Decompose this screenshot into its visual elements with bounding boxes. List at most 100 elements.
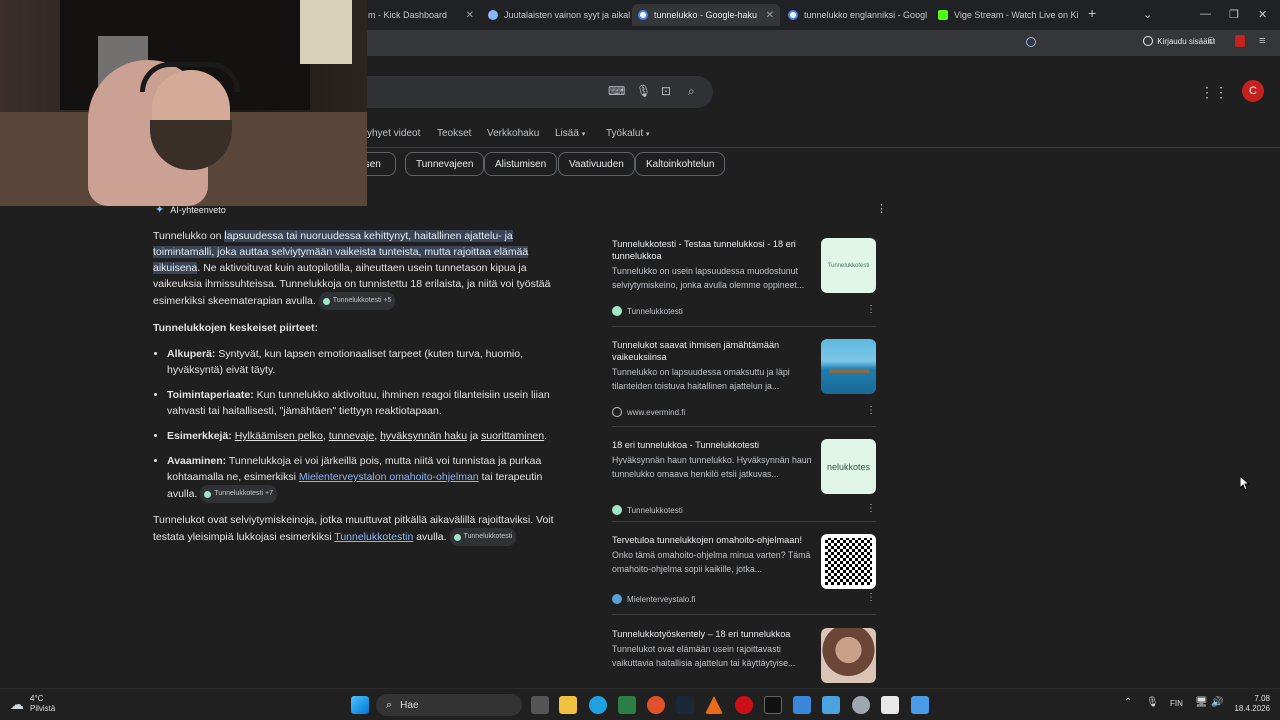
more-options-icon[interactable]: ⋮ (866, 592, 876, 603)
network-icon[interactable]: 🖥 (1195, 697, 1208, 708)
thumbnail-text: Tunnelukkotesti (827, 262, 870, 269)
site-favicon-icon (612, 505, 622, 515)
filter-chip-4[interactable]: Vaativuuden (558, 152, 635, 176)
site-name: Mielenterveystalo.fi (627, 594, 696, 604)
app-icon[interactable] (911, 696, 929, 714)
sign-in-button[interactable]: Kirjaudu sisään (1143, 36, 1212, 46)
tab-tools-label: Työkalut (606, 128, 644, 139)
avatar[interactable]: C (1242, 80, 1264, 102)
weather-temp: 4°C (30, 694, 44, 703)
menu-icon[interactable]: ≡ (1259, 35, 1265, 47)
source-chip[interactable]: Tunnelukkotesti +5 (318, 292, 396, 310)
close-tab-icon[interactable]: ✕ (460, 10, 474, 21)
extension-badge-icon[interactable] (1235, 35, 1245, 47)
source-snippet: Tunnelukko on lapsuudessa omaksuttu ja l… (612, 367, 790, 391)
tab-kick-dashboard[interactable]: m - Kick Dashboard ✕ (362, 4, 480, 26)
task-view-icon[interactable] (531, 696, 549, 714)
separator: . (544, 430, 548, 442)
tab-more-label: Lisää (555, 128, 579, 139)
minimize-icon[interactable]: — (1200, 8, 1211, 20)
close-window-icon[interactable]: ✕ (1258, 8, 1267, 21)
source-title[interactable]: Tunnelukkotesti - Testaa tunnelukkosi - … (612, 238, 812, 262)
more-options-icon[interactable]: ⋮ (866, 405, 876, 416)
search-input[interactable]: ⌨ 🎙 ⊡ ⌕ (340, 76, 713, 108)
source-site: Tunnelukkotesti (612, 505, 683, 515)
close-tab-icon[interactable]: ✕ (927, 10, 930, 21)
chevron-up-icon[interactable]: ⌃ (1124, 697, 1132, 708)
steam-icon[interactable] (676, 696, 694, 714)
example-link[interactable]: hyväksynnän haku (380, 430, 467, 442)
example-link[interactable]: tunnevaje (329, 430, 375, 442)
volume-icon[interactable]: 🔊 (1211, 697, 1223, 708)
more-options-icon[interactable]: ⋮ (876, 202, 887, 215)
source-card-4[interactable]: Tervetuloa tunnelukkojen omahoito-ohjelm… (612, 534, 876, 614)
app-icon[interactable] (822, 696, 840, 714)
new-tab-icon[interactable]: + (1088, 5, 1096, 21)
example-link[interactable]: suorittaminen (481, 430, 544, 442)
filter-chip-5[interactable]: Kaltoinkohtelun (635, 152, 726, 176)
source-card-1[interactable]: Tunnelukkotesti - Testaa tunnelukkosi - … (612, 238, 876, 318)
more-options-icon[interactable]: ⋮ (866, 304, 876, 315)
taskbar-search[interactable]: ⌕ Hae (376, 694, 522, 716)
filter-chip-3[interactable]: Alistumisen (484, 152, 558, 176)
separator: ja (467, 430, 482, 442)
tab-more[interactable]: Lisää ▾ (555, 128, 585, 139)
source-chip[interactable]: Tunnelukkotesti +7 (200, 485, 277, 503)
example-link[interactable]: Hylkäämisen pelko (235, 430, 323, 442)
source-title[interactable]: Tunnelukot saavat ihmisen jämähtämään va… (612, 339, 812, 363)
qr-code-thumbnail (821, 534, 876, 589)
search-icon[interactable]: ⌕ (688, 84, 695, 99)
vlc-icon[interactable] (705, 696, 723, 714)
site-name: Tunnelukkotesti (627, 306, 683, 316)
file-explorer-icon[interactable] (559, 696, 577, 714)
site-favicon-icon (488, 10, 498, 20)
start-button-icon[interactable] (351, 696, 369, 714)
source-snippet: Hyväksynnän haun tunnelukko. Hyväksynnän… (612, 455, 812, 479)
clock[interactable]: 7.08 18.4.2026 (1232, 694, 1270, 714)
tab-juutalaisten-vainon[interactable]: Juutalaisten vainon syyt ja aikal ✕ (482, 4, 630, 26)
google-apps-icon[interactable]: ⋮⋮ (1200, 84, 1228, 101)
terminal-icon[interactable] (764, 696, 782, 714)
source-card-2[interactable]: Tunnelukot saavat ihmisen jämähtämään va… (612, 339, 876, 419)
source-title[interactable]: Tervetuloa tunnelukkojen omahoito-ohjelm… (612, 534, 812, 546)
source-chip-label: Tunnelukkotesti (463, 533, 513, 540)
tab-vige-stream[interactable]: Vige Stream - Watch Live on Ki ✕ (932, 4, 1078, 26)
maximize-icon[interactable]: ❐ (1229, 8, 1239, 21)
microphone-icon[interactable]: 🎙 (1146, 697, 1159, 708)
filter-chip-2[interactable]: Tunnevajeen (405, 152, 485, 176)
app-icon[interactable] (793, 696, 811, 714)
tab-teokset[interactable]: Teokset (437, 128, 471, 139)
mielenterveystalo-link[interactable]: Mielenterveystalon omahoito-ohjelman (299, 471, 479, 483)
tab-videos[interactable]: yhyet videot (367, 128, 420, 139)
tab-verkkohaku[interactable]: Verkkohaku (487, 128, 539, 139)
source-chip[interactable]: Tunnelukkotesti (449, 528, 517, 546)
source-title[interactable]: Tunnelukkotyöskentely – 18 eri tunnelukk… (612, 628, 812, 640)
more-options-icon[interactable]: ⋮ (866, 503, 876, 514)
tab-tools[interactable]: Työkalut ▾ (606, 128, 650, 139)
source-favicon-icon (204, 490, 212, 498)
opera-icon[interactable] (735, 696, 753, 714)
store-icon[interactable] (618, 696, 636, 714)
close-tab-icon[interactable]: ✕ (760, 10, 774, 21)
tunnelukkotesti-link[interactable]: Tunnelukkotestin (334, 531, 413, 543)
tab-google-search-active[interactable]: tunnelukko - Google-haku ✕ (632, 4, 780, 26)
source-title[interactable]: 18 eri tunnelukkoa - Tunnelukkotesti (612, 439, 812, 451)
source-card-3[interactable]: 18 eri tunnelukkoa - Tunnelukkotesti Hyv… (612, 439, 876, 519)
extensions-icon[interactable]: ⧉ (1208, 36, 1215, 47)
bullet-text: Syntyvät, kun lapsen emotionaaliset tarp… (167, 348, 524, 376)
firefox-icon[interactable] (647, 696, 665, 714)
edge-icon[interactable] (589, 696, 607, 714)
language-indicator[interactable]: FIN (1170, 699, 1183, 708)
lens-icon[interactable]: ⊡ (661, 84, 671, 98)
notepad-icon[interactable] (881, 696, 899, 714)
tab-tunnelukko-englanniksi[interactable]: tunnelukko englanniksi - Googl ✕ (782, 4, 930, 26)
keyboard-icon[interactable]: ⌨ (608, 84, 625, 98)
source-site: Mielenterveystalo.fi (612, 594, 695, 604)
source-card-5[interactable]: Tunnelukkotyöskentely – 18 eri tunnelukk… (612, 628, 876, 688)
translate-icon[interactable] (1026, 37, 1036, 47)
microphone-icon[interactable]: 🎙 (636, 84, 651, 98)
weather-widget[interactable]: ☁ 4°C Pilvistä (10, 694, 55, 714)
tab-search-chevron-icon[interactable]: ⌄ (1143, 8, 1152, 21)
obs-icon[interactable] (852, 696, 870, 714)
wall-poster (300, 0, 352, 64)
